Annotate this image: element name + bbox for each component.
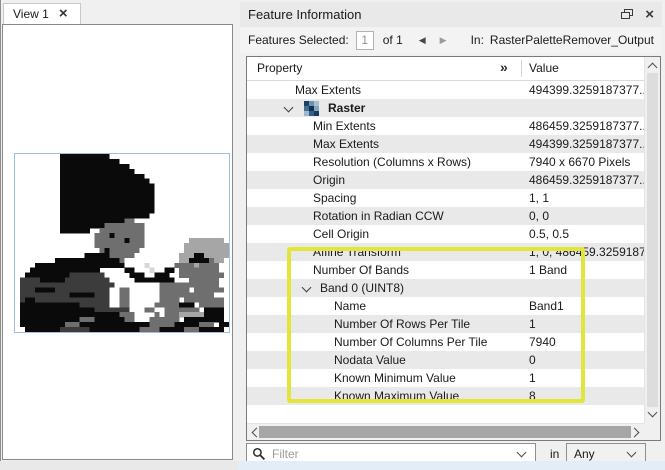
value-cell: 494399.3259187377... — [529, 135, 657, 153]
value-cell: 1 — [529, 315, 657, 333]
expand-columns-button[interactable]: » — [500, 59, 508, 75]
property-cell: Origin — [313, 173, 345, 187]
filter-scope-value: Any — [574, 447, 595, 461]
table-row[interactable]: Spacing 1, 1 — [247, 189, 660, 207]
table-row[interactable]: Cell Origin 0.5, 0.5 — [247, 225, 660, 243]
panel-titlebar: Feature Information × — [240, 2, 662, 27]
property-cell: Rotation in Radian CCW — [313, 209, 444, 223]
tab-view-1[interactable]: View 1 × — [3, 3, 81, 24]
panel-title: Feature Information — [248, 7, 361, 22]
vertical-scrollbar-thumb[interactable] — [647, 73, 658, 407]
current-feature-field[interactable]: 1 — [356, 31, 374, 50]
next-feature-icon[interactable]: ▶ — [440, 36, 447, 45]
horizontal-scrollbar-thumb[interactable] — [259, 426, 631, 438]
property-cell: Min Extents — [313, 119, 376, 133]
value-cell: 8 — [529, 387, 657, 405]
property-cell: Known Minimum Value — [334, 371, 456, 385]
value-column-header[interactable]: Value — [529, 61, 559, 75]
value-cell: 1, 1 — [529, 189, 657, 207]
table-row[interactable]: Known Maximum Value 8 — [247, 387, 660, 405]
table-row[interactable]: Band 0 (UINT8) — [247, 279, 660, 297]
property-cell: Raster — [328, 101, 365, 115]
table-row[interactable]: Number Of Columns Per Tile 7940 — [247, 333, 660, 351]
property-cell: Number Of Columns Per Tile — [334, 335, 487, 349]
value-cell: 486459.3259187377... — [529, 171, 657, 189]
float-panel-icon[interactable] — [621, 9, 633, 20]
table-row[interactable]: Known Minimum Value 1 — [247, 369, 660, 387]
tab-label: View 1 — [13, 7, 49, 21]
table-row[interactable]: Origin 486459.3259187377... — [247, 171, 660, 189]
scroll-down-icon[interactable] — [648, 408, 658, 418]
property-cell: Resolution (Columns x Rows) — [313, 155, 471, 169]
value-cell: Band1 — [529, 297, 657, 315]
value-cell: 486459.3259187377... — [529, 117, 657, 135]
tab-close-icon[interactable]: × — [59, 7, 68, 21]
property-column-header[interactable]: Property — [257, 61, 302, 75]
property-cell: Spacing — [313, 191, 356, 205]
filter-in-label: in — [550, 447, 559, 461]
window-border — [0, 0, 1, 470]
property-cell: Max Extents — [295, 83, 361, 97]
table-row[interactable]: Raster — [247, 99, 660, 117]
chevron-down-icon — [627, 448, 637, 458]
table-row[interactable]: Rotation in Radian CCW 0, 0 — [247, 207, 660, 225]
feature-information-panel: Feature Information × Features Selected:… — [238, 0, 665, 462]
in-label: In: — [471, 33, 484, 47]
value-cell: 0, 0 — [529, 207, 657, 225]
filter-input[interactable] — [270, 446, 512, 462]
table-row[interactable]: Name Band1 — [247, 297, 660, 315]
table-row[interactable]: Number Of Bands 1 Band — [247, 261, 660, 279]
previous-feature-icon[interactable]: ◀ — [419, 36, 426, 45]
of-total-label: of 1 — [383, 33, 403, 47]
table-row[interactable]: Number Of Rows Per Tile 1 — [247, 315, 660, 333]
raster-image[interactable] — [14, 153, 230, 333]
map-view-canvas[interactable] — [2, 24, 233, 460]
property-cell: Cell Origin — [313, 227, 369, 241]
feature-type-name: RasterPaletteRemover_Output — [490, 33, 654, 47]
table-row[interactable]: Min Extents 486459.3259187377... — [247, 117, 660, 135]
value-cell: 1 Band — [529, 261, 657, 279]
table-header: Property » Value — [247, 57, 660, 81]
application-window: View 1 × Feature Information × Features … — [0, 0, 665, 470]
property-cell: Nodata Value — [334, 353, 406, 367]
property-cell: Affine Transform — [313, 245, 401, 259]
property-cell: Number Of Rows Per Tile — [334, 317, 470, 331]
search-icon — [252, 447, 266, 461]
property-cell: Name — [334, 299, 366, 313]
chevron-down-icon[interactable] — [302, 283, 312, 293]
table-row[interactable]: Max Extents 494399.3259187377... — [247, 81, 660, 99]
table-body: Max Extents 494399.3259187377... Raster Min… — [247, 81, 660, 405]
property-cell: Max Extents — [313, 137, 379, 151]
property-cell: Band 0 (UINT8) — [320, 281, 404, 295]
property-cell: Known Maximum Value — [334, 389, 459, 403]
scroll-right-icon[interactable] — [630, 428, 640, 438]
table-row[interactable]: Resolution (Columns x Rows) 7940 x 6670 P… — [247, 153, 660, 171]
property-cell: Number Of Bands — [313, 263, 409, 277]
column-separator[interactable] — [521, 60, 522, 77]
features-selected-label: Features Selected: — [248, 33, 349, 47]
vertical-scrollbar[interactable] — [644, 57, 660, 423]
close-panel-icon[interactable]: × — [645, 9, 654, 21]
table-row[interactable]: Max Extents 494399.3259187377... — [247, 135, 660, 153]
property-table: Property » Value Max Extents 494399.32591… — [246, 56, 661, 441]
value-cell: 7940 x 6670 Pixels — [529, 153, 657, 171]
value-cell: 1 — [529, 369, 657, 387]
value-cell: 7940 — [529, 333, 657, 351]
status-strip-left — [0, 461, 237, 470]
table-row[interactable]: Nodata Value 0 — [247, 351, 660, 369]
status-strip-right — [237, 461, 665, 470]
table-row[interactable]: Affine Transform 1, 0, 486459.32591873 — [247, 243, 660, 261]
horizontal-scrollbar[interactable] — [247, 423, 644, 440]
raster-icon — [304, 101, 319, 116]
value-cell: 494399.3259187377... — [529, 81, 657, 99]
chevron-down-icon[interactable] — [284, 103, 294, 113]
scrollbar-corner — [644, 423, 660, 440]
value-cell: 0.5, 0.5 — [529, 225, 657, 243]
value-cell: 0 — [529, 351, 657, 369]
chevron-down-icon[interactable] — [517, 448, 527, 458]
features-selected-bar: Features Selected: 1 of 1 ◀ ▶ In: Raster… — [240, 27, 662, 53]
scroll-up-icon[interactable] — [648, 63, 658, 73]
value-cell: 1, 0, 486459.32591873 — [529, 243, 657, 261]
